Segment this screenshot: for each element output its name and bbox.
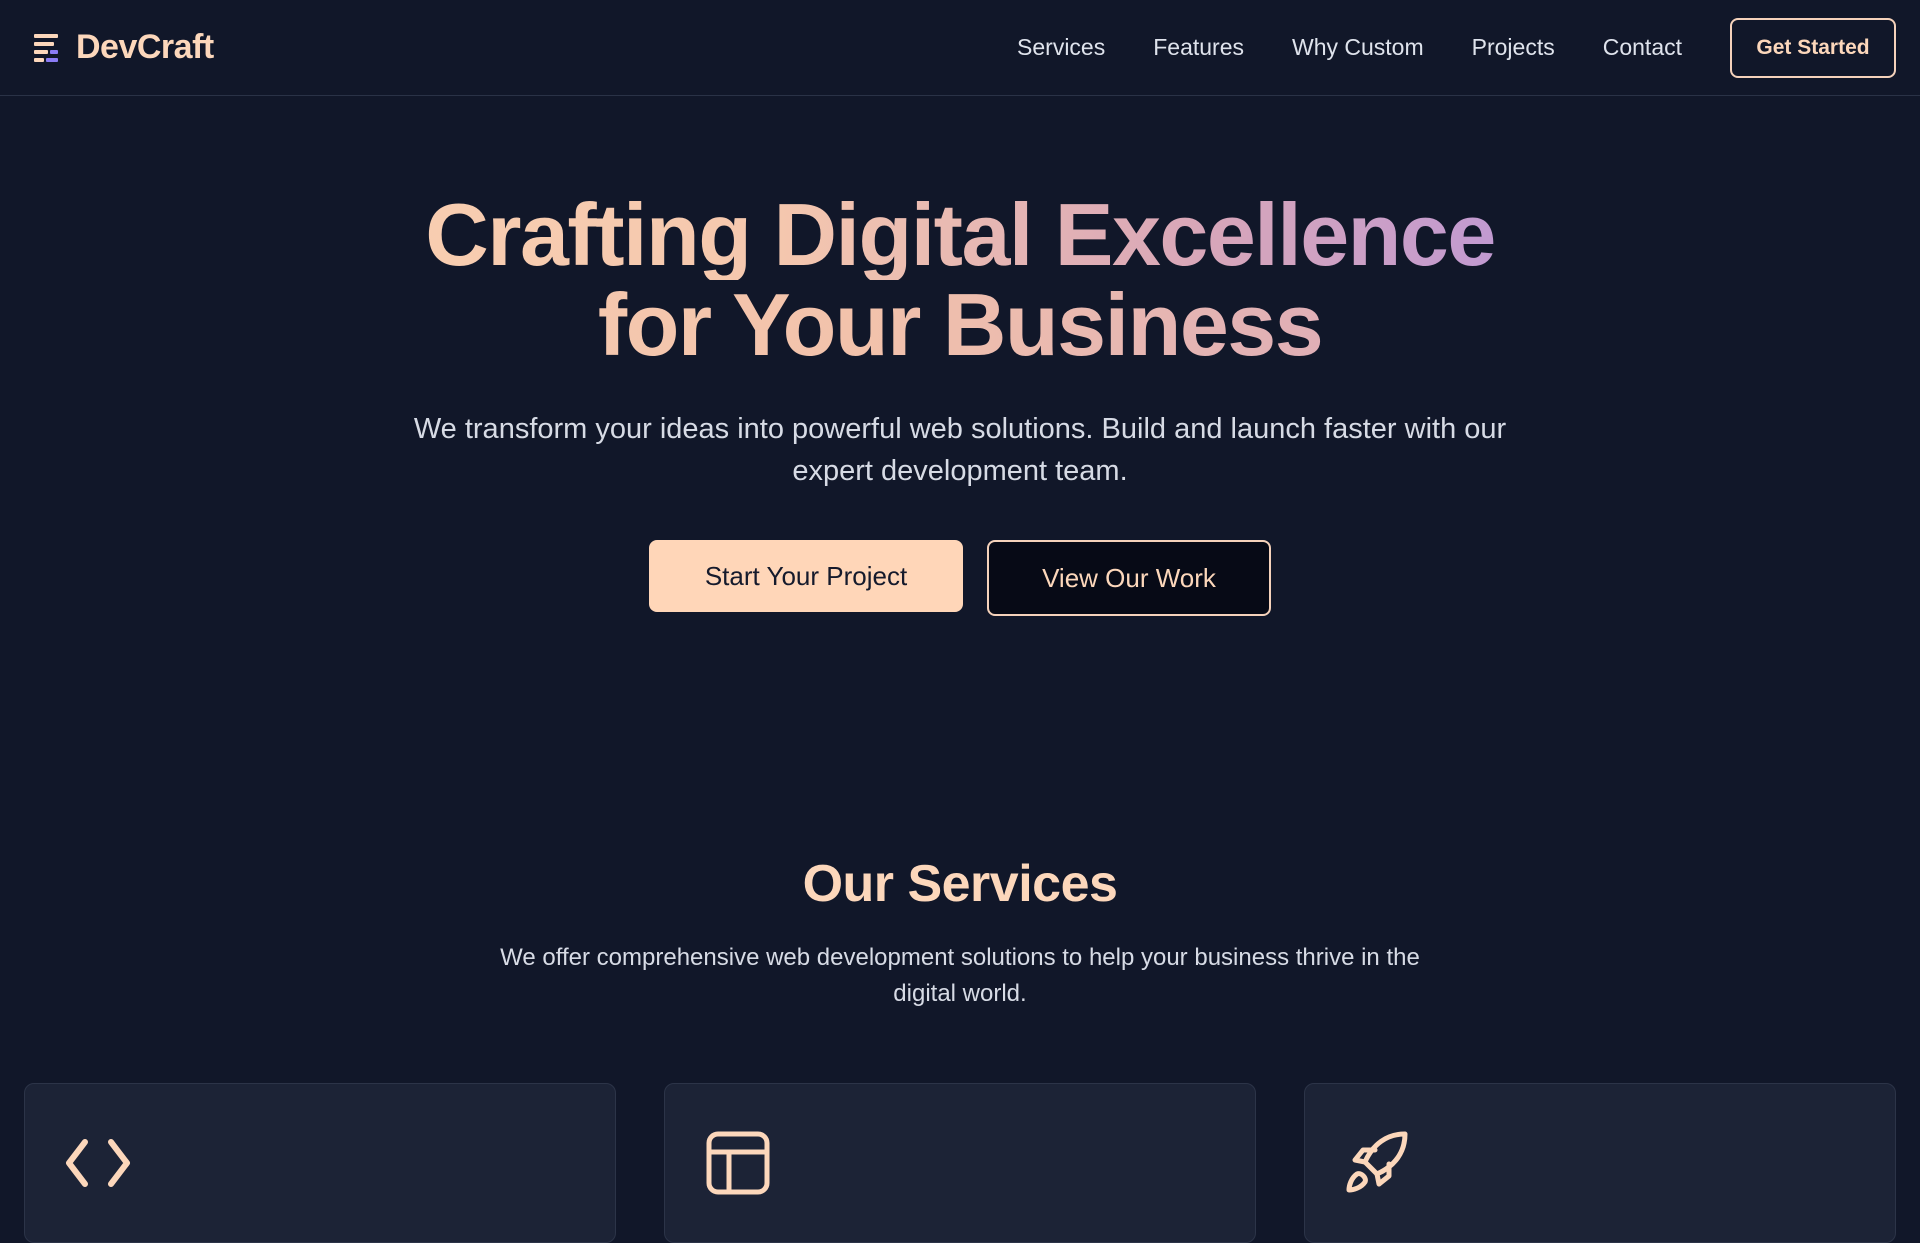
brand[interactable]: DevCraft	[34, 28, 214, 67]
nav-link-services[interactable]: Services	[1017, 34, 1105, 61]
service-card-code[interactable]	[24, 1083, 616, 1243]
rocket-icon	[1346, 1131, 1408, 1193]
layout-icon	[706, 1131, 770, 1195]
nav-link-projects[interactable]: Projects	[1472, 34, 1555, 61]
service-card-launch[interactable]	[1304, 1083, 1896, 1243]
services-subtitle: We offer comprehensive web development s…	[500, 944, 1420, 1007]
menu-lines-icon	[34, 33, 58, 62]
service-cards	[24, 1083, 1896, 1243]
hero-title-line-1: Crafting Digital Excellence	[0, 190, 1920, 280]
nav-links: Services Features Why Custom Projects Co…	[1017, 34, 1682, 61]
services-title: Our Services	[802, 855, 1118, 913]
service-card-layout[interactable]	[664, 1083, 1256, 1243]
hero-title: Crafting Digital Excellence for Your Bus…	[0, 190, 1920, 370]
hero-title-line-2: for Your Business	[0, 280, 1920, 370]
top-navbar: DevCraft Services Features Why Custom Pr…	[0, 0, 1920, 96]
nav-link-why-custom[interactable]: Why Custom	[1292, 34, 1424, 61]
start-project-button[interactable]: Start Your Project	[649, 540, 963, 612]
hero-buttons: Start Your Project View Our Work	[0, 540, 1920, 616]
nav-link-features[interactable]: Features	[1153, 34, 1244, 61]
brand-name: DevCraft	[76, 28, 214, 66]
code-icon	[66, 1139, 130, 1187]
hero-subtitle: We transform your ideas into powerful we…	[413, 413, 1507, 487]
nav-link-contact[interactable]: Contact	[1603, 34, 1682, 61]
get-started-button[interactable]: Get Started	[1730, 17, 1896, 78]
view-work-button[interactable]: View Our Work	[987, 540, 1271, 616]
